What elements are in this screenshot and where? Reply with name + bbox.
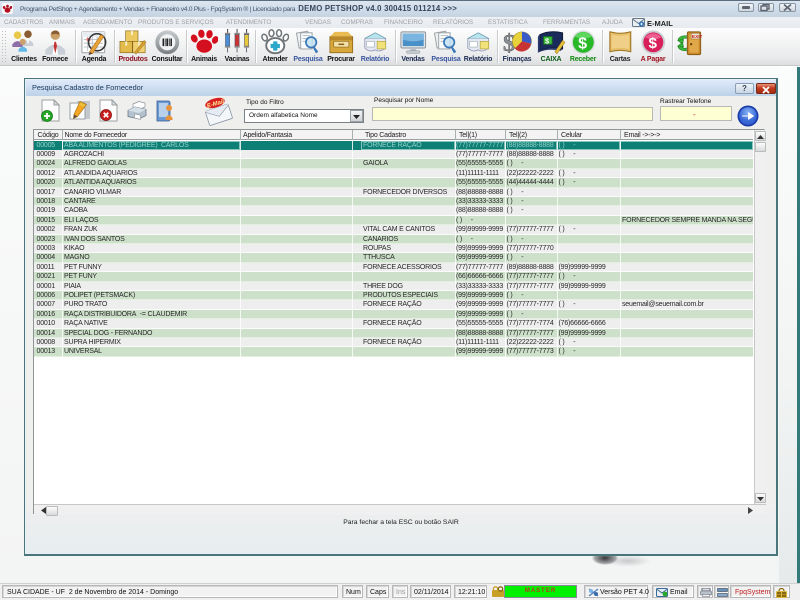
svg-text:$: $	[578, 34, 587, 52]
svg-text:EXIT: EXIT	[692, 34, 703, 40]
svg-text:$: $	[648, 35, 657, 52]
